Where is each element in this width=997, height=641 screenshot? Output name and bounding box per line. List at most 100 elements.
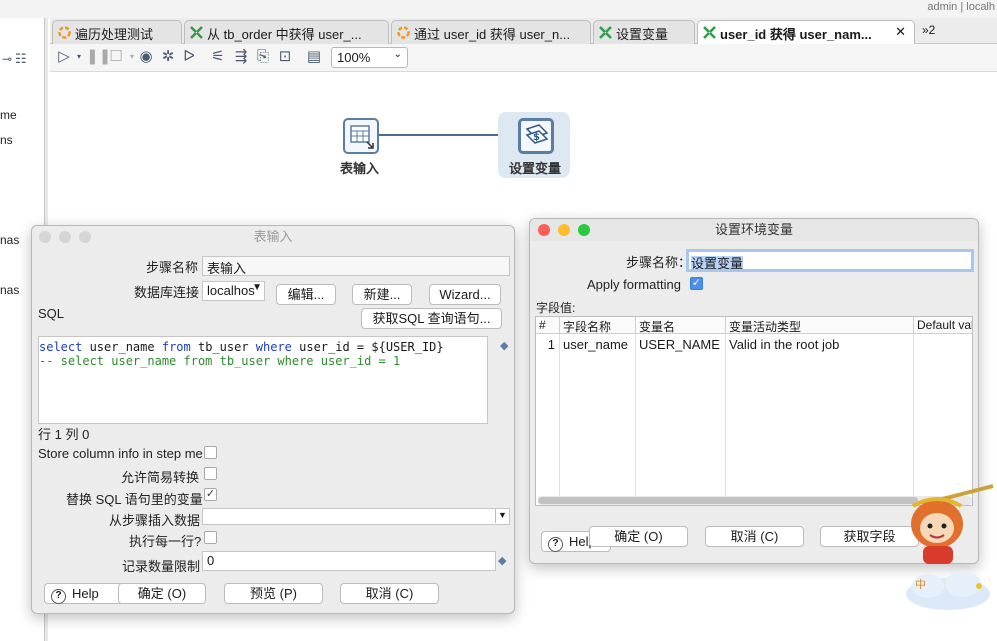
show-results-icon[interactable]: ▤ bbox=[306, 49, 322, 65]
tab-get-user-name[interactable]: 通过 user_id 获得 user_n... bbox=[391, 20, 591, 44]
variable-diamond-icon: ◆ bbox=[498, 555, 507, 567]
pause-icon[interactable]: ❚❚ bbox=[86, 49, 111, 65]
sql-line-2: -- select user_name from tb_user where u… bbox=[39, 354, 401, 368]
table-cell-variable-type[interactable]: Valid in the root job bbox=[726, 335, 914, 355]
step-name-value: 设置变量 bbox=[691, 256, 744, 271]
svg-text:中: 中 bbox=[915, 578, 926, 591]
close-tab-icon[interactable]: ✕ bbox=[895, 24, 906, 40]
impact-icon[interactable]: ⇶ bbox=[233, 49, 249, 65]
preview-button[interactable]: 预览 (P) bbox=[224, 583, 323, 604]
maximize-window-icon[interactable] bbox=[79, 231, 91, 243]
tree-item-partial[interactable]: nas bbox=[0, 233, 19, 247]
user-info[interactable]: admin | localh bbox=[927, 1, 995, 13]
close-window-icon[interactable] bbox=[538, 224, 550, 236]
tab-set-variables[interactable]: 设置变量 bbox=[593, 20, 695, 44]
table-cell-index[interactable]: 1 bbox=[536, 335, 558, 355]
step-name-input[interactable]: 设置变量 bbox=[686, 249, 974, 272]
tab-label: 遍历处理测试 bbox=[75, 27, 154, 42]
transformation-orange-icon bbox=[397, 26, 410, 39]
cancel-button[interactable]: 取消 (C) bbox=[340, 583, 439, 604]
table-cell-field-name[interactable]: user_name bbox=[560, 335, 636, 355]
step-name-input[interactable]: 表输入 bbox=[202, 256, 510, 276]
get-sql-button[interactable]: 获取SQL 查询语句... bbox=[361, 308, 502, 329]
apply-formatting-label: Apply formatting bbox=[587, 277, 681, 292]
transformation-green-icon bbox=[703, 26, 716, 39]
help-icon: ? bbox=[548, 537, 563, 552]
column-header-variable-name[interactable]: 变量名 bbox=[636, 317, 726, 334]
apply-formatting-checkbox[interactable]: ✓ bbox=[690, 277, 703, 290]
minimize-window-icon[interactable] bbox=[558, 224, 570, 236]
field-values-label: 字段值: bbox=[536, 301, 576, 315]
svg-text:$: $ bbox=[533, 132, 540, 143]
tab-overflow-button[interactable]: »2 bbox=[922, 23, 935, 37]
ok-button[interactable]: 确定 (O) bbox=[589, 526, 688, 547]
store-column-info-checkbox[interactable] bbox=[204, 446, 217, 459]
column-header-field-name[interactable]: 字段名称 bbox=[560, 317, 636, 334]
sql-editor[interactable]: select user_name from tb_user where user… bbox=[38, 336, 488, 424]
collapse-tree-icon[interactable]: ⊸ bbox=[2, 52, 12, 66]
run-icon[interactable]: ▷ bbox=[56, 49, 72, 65]
stop-icon[interactable]: ☐ bbox=[108, 49, 124, 65]
transformation-green-icon bbox=[190, 26, 203, 39]
insert-data-from-step-select[interactable]: ▼ bbox=[202, 508, 510, 525]
scrollbar-thumb[interactable] bbox=[538, 497, 918, 504]
dialog-title: 表输入 bbox=[253, 229, 293, 244]
chevron-down-icon: ▼ bbox=[252, 282, 262, 293]
tab-overflow-label: »2 bbox=[922, 23, 936, 37]
lazy-conversion-label: 允许简易转换 bbox=[121, 470, 200, 485]
expand-tree-icon[interactable]: ☷ bbox=[15, 51, 27, 67]
variable-diamond-icon: ◆ bbox=[500, 340, 509, 352]
run-options-icon[interactable]: ▾ bbox=[71, 49, 87, 65]
explore-db-icon[interactable]: ⊡ bbox=[277, 49, 293, 65]
ok-button[interactable]: 确定 (O) bbox=[118, 583, 206, 604]
column-header-default-value[interactable]: Default val bbox=[914, 317, 972, 334]
table-input-icon bbox=[350, 125, 374, 149]
chevron-down-icon: ▼ bbox=[495, 509, 509, 523]
tab-traverse-test[interactable]: 遍历处理测试 bbox=[52, 20, 182, 44]
verify-icon[interactable]: ⚟ bbox=[210, 49, 226, 65]
limit-input[interactable]: 0 bbox=[202, 551, 496, 571]
hop-line[interactable] bbox=[378, 134, 508, 136]
sql-icon[interactable]: ⎘ bbox=[255, 49, 271, 65]
column-header-variable-type[interactable]: 变量活动类型 bbox=[726, 317, 914, 334]
table-cell-default-value[interactable] bbox=[914, 335, 972, 355]
table-input-dialog: 表输入 步骤名称 表输入 数据库连接 localhos ▼ 编辑... 新建..… bbox=[31, 225, 515, 614]
tab-from-tb-order[interactable]: 从 tb_order 中获得 user_... bbox=[184, 20, 389, 44]
step-label: 设置变量 bbox=[509, 161, 562, 176]
execute-each-row-checkbox[interactable] bbox=[204, 531, 217, 544]
replay-icon[interactable]: ᐅ bbox=[181, 49, 197, 65]
lazy-conversion-checkbox[interactable] bbox=[204, 467, 217, 480]
new-connection-button[interactable]: 新建... bbox=[352, 284, 412, 305]
db-connection-select[interactable]: localhos ▼ bbox=[202, 281, 265, 301]
step-set-variables[interactable]: $ bbox=[518, 118, 554, 154]
replace-variables-checkbox[interactable]: ✓ bbox=[204, 488, 217, 501]
fields-table[interactable]: # 字段名称 变量名 变量活动类型 Default val 1 user_nam… bbox=[535, 316, 973, 506]
set-variables-icon: $ bbox=[525, 124, 549, 144]
tree-item-partial[interactable]: nas bbox=[0, 283, 19, 297]
dialog-title: 设置环境变量 bbox=[530, 219, 978, 241]
tree-item-partial[interactable]: me bbox=[0, 108, 17, 122]
tab-label: 设置变量 bbox=[616, 27, 669, 42]
maximize-window-icon[interactable] bbox=[578, 224, 590, 236]
step-table-input[interactable] bbox=[343, 118, 379, 154]
preview-icon[interactable]: ◉ bbox=[138, 49, 154, 65]
column-header-index[interactable]: # bbox=[536, 317, 560, 334]
help-label: Help bbox=[72, 586, 99, 601]
zoom-select[interactable]: 100% ⌄ bbox=[331, 47, 408, 68]
tab-label: 从 tb_order 中获得 user_... bbox=[207, 27, 362, 42]
minimize-window-icon[interactable] bbox=[59, 231, 71, 243]
zoom-value: 100% bbox=[337, 50, 371, 65]
close-window-icon[interactable] bbox=[39, 231, 51, 243]
debug-icon[interactable]: ✲ bbox=[160, 49, 176, 65]
db-connection-value: localhos bbox=[207, 283, 255, 298]
tab-bar: 遍历处理测试 从 tb_order 中获得 user_... 通过 user_i… bbox=[50, 18, 997, 45]
edit-connection-button[interactable]: 编辑... bbox=[276, 284, 336, 305]
tree-item-partial[interactable]: ns bbox=[0, 133, 13, 147]
tab-user-id-get-user-name[interactable]: user_id 获得 user_nam... ✕ bbox=[697, 20, 915, 45]
tab-label: 通过 user_id 获得 user_n... bbox=[414, 27, 571, 42]
table-cell-variable-name[interactable]: USER_NAME bbox=[636, 335, 726, 355]
cancel-button[interactable]: 取消 (C) bbox=[705, 526, 804, 547]
tab-label: user_id 获得 user_nam... bbox=[720, 27, 872, 42]
wizard-button[interactable]: Wizard... bbox=[429, 284, 501, 305]
toolbar: ▷ ▾ ❚❚ ☐ ▾ ◉ ✲ ᐅ ⚟ ⇶ ⎘ ⊡ ▤ 100% ⌄ bbox=[50, 44, 997, 72]
